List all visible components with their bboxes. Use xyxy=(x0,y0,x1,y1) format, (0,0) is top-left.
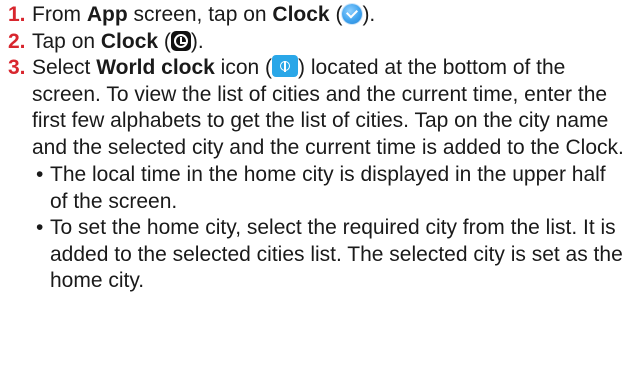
step-text: From App screen, tap on Clock (). xyxy=(32,2,624,29)
world-clock-icon xyxy=(272,55,299,77)
instruction-document: 1. From App screen, tap on Clock (). 2. … xyxy=(0,0,628,387)
step-text-part: Tap on xyxy=(32,29,101,53)
step-text-part: Select xyxy=(32,56,97,79)
step-1: 1. From App screen, tap on Clock (). xyxy=(8,2,624,29)
step-3: 3. Select World clock icon () located at… xyxy=(8,55,624,295)
step-text-part: icon ( xyxy=(214,56,273,79)
bullet-text: The local time in the home city is displ… xyxy=(50,163,606,213)
world-clock-label: World clock xyxy=(96,56,215,79)
step-number: 1. xyxy=(8,3,26,26)
clock-label: Clock xyxy=(100,29,159,53)
step-text: Select World clock icon () located at th… xyxy=(32,55,624,295)
bullet-dot: • xyxy=(36,163,44,186)
list-item: • To set the home city, select the requi… xyxy=(32,215,624,295)
step-text-part: ). xyxy=(190,29,204,53)
clock-app-icon xyxy=(342,4,363,24)
step-text-part: screen, tap on xyxy=(127,3,273,26)
step-number: 2. xyxy=(8,29,26,53)
step-text: Tap on Clock (). xyxy=(32,29,624,56)
app-label: App xyxy=(86,3,128,26)
list-item: • The local time in the home city is dis… xyxy=(32,162,624,215)
clock-label: Clock xyxy=(272,3,330,26)
clock-tab-icon xyxy=(170,30,191,51)
bullet-dot: • xyxy=(36,216,44,239)
step-text-part: From xyxy=(32,3,87,26)
bullet-list: • The local time in the home city is dis… xyxy=(32,162,624,295)
step-number: 3. xyxy=(8,56,26,79)
step-text-part: ). xyxy=(362,3,376,26)
step-2: 2. Tap on Clock (). xyxy=(8,29,624,56)
step-text-part: ( xyxy=(158,29,171,53)
bullet-text: To set the home city, select the require… xyxy=(50,216,623,292)
step-text-part: ( xyxy=(329,3,343,26)
